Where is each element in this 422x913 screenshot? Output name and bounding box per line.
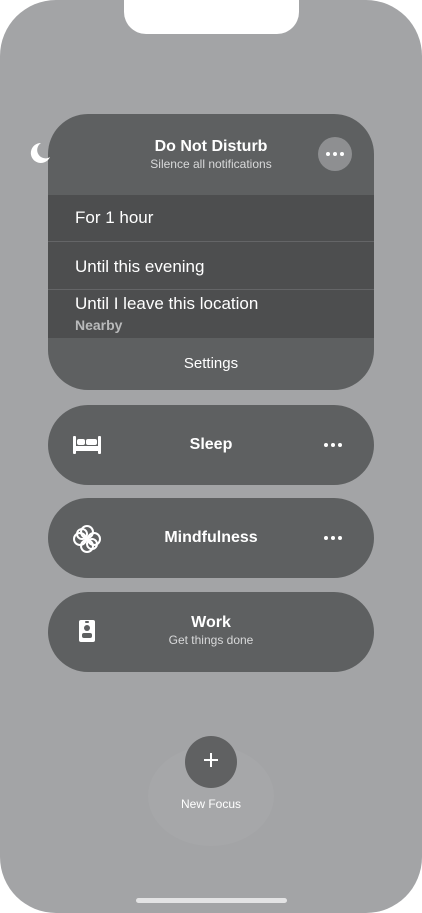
focus-mode-title: Sleep xyxy=(189,436,233,453)
home-indicator[interactable] xyxy=(136,898,287,903)
focus-mode-title: Mindfulness xyxy=(164,529,258,546)
new-focus-button[interactable] xyxy=(185,736,237,788)
dnd-option-1-hour[interactable]: For 1 hour xyxy=(48,195,374,241)
more-icon[interactable] xyxy=(324,443,342,447)
focus-mode-title: Work xyxy=(191,614,231,631)
focus-mode-work[interactable] xyxy=(48,592,374,672)
dnd-option-label: Until this evening xyxy=(75,257,205,276)
new-focus-label[interactable]: New Focus xyxy=(0,797,422,811)
dnd-option-evening[interactable]: Until this evening xyxy=(48,242,374,289)
dnd-title[interactable]: Do Not Disturb xyxy=(0,138,422,156)
more-icon[interactable] xyxy=(324,536,342,540)
focus-screen: Do Not Disturb Silence all notifications… xyxy=(0,0,422,913)
dnd-option-detail: Nearby xyxy=(75,317,123,333)
notch xyxy=(124,0,299,34)
settings-button[interactable]: Settings xyxy=(0,355,422,372)
more-icon xyxy=(326,152,344,156)
dnd-option-label: Until I leave this location xyxy=(75,294,259,313)
focus-mode-subtitle: Get things done xyxy=(168,633,254,647)
dnd-more-button[interactable] xyxy=(318,137,352,171)
plus-icon xyxy=(203,752,219,773)
dnd-option-label: For 1 hour xyxy=(75,208,154,227)
dnd-subtitle: Silence all notifications xyxy=(150,157,272,171)
